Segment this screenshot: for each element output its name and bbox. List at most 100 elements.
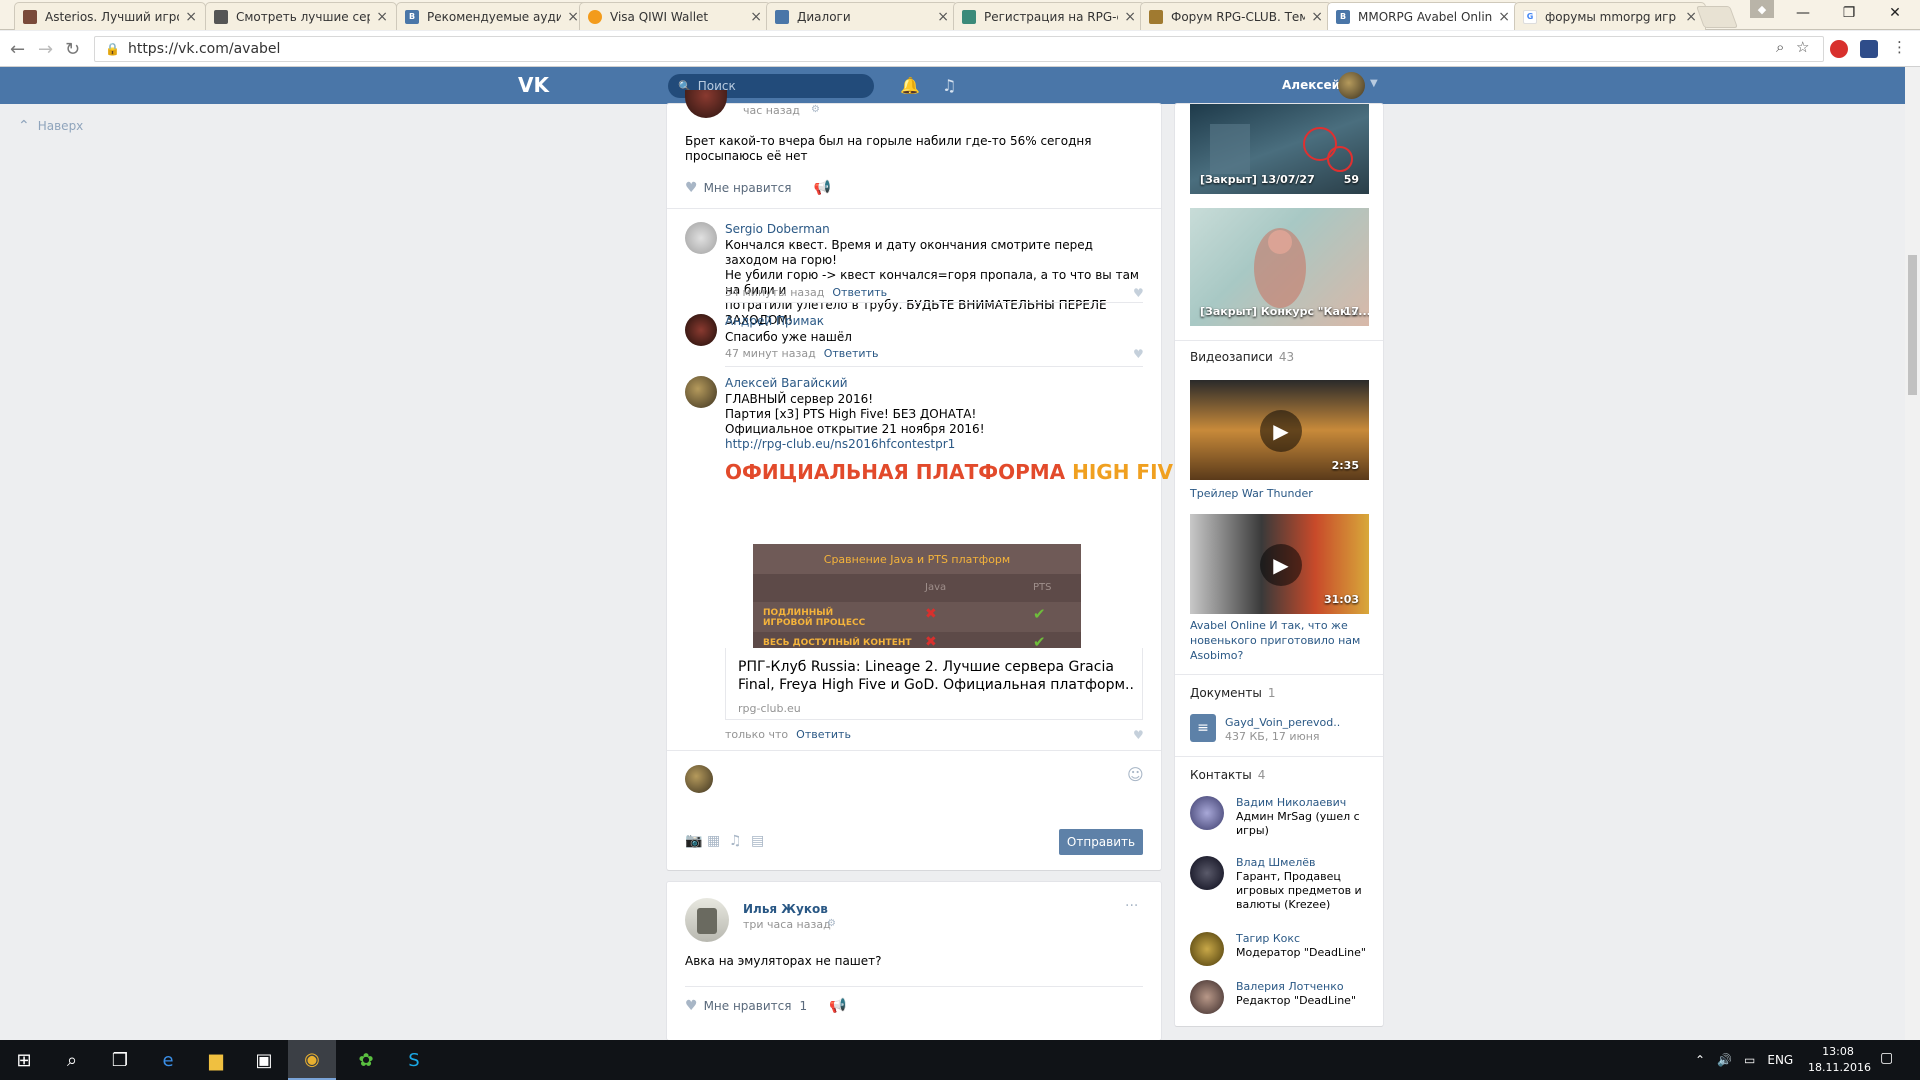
page-scrollbar[interactable] [1905, 67, 1920, 1040]
forward-icon[interactable]: → [38, 39, 53, 60]
link-preview-card[interactable]: РПГ-Клуб Russia: Lineage 2. Лучшие серве… [725, 648, 1143, 720]
browser-tab[interactable]: G форумы mmorpg игр а × [1514, 2, 1706, 30]
network-icon[interactable]: ▭ [1744, 1053, 1755, 1067]
avatar[interactable] [1190, 932, 1224, 966]
like-button[interactable]: Мне нравится [704, 999, 792, 1013]
document-name[interactable]: Gayd_Voin_perevod.. [1225, 716, 1340, 729]
megaphone-icon[interactable]: 📢 [813, 180, 830, 196]
comment-author[interactable]: Андрей Примак [725, 314, 824, 328]
comment-link[interactable]: http://rpg-club.eu/ns2016hfcontestpr1 [725, 437, 1145, 452]
reply-link[interactable]: Ответить [796, 728, 851, 741]
music-icon[interactable]: ♫ [729, 833, 742, 849]
avatar[interactable] [1338, 72, 1365, 99]
browser-tab[interactable]: Visa QIWI Wallet × [579, 2, 771, 30]
browser-tab[interactable]: Форум RPG-CLUB. Тема × [1140, 2, 1332, 30]
skype-icon[interactable]: S [390, 1040, 438, 1080]
post-time[interactable]: три часа назад [743, 918, 831, 931]
smiley-icon[interactable]: ☺ [1127, 765, 1144, 784]
reply-link[interactable]: Ответить [824, 347, 879, 360]
document-icon[interactable]: ▤ [751, 833, 764, 849]
documents-header[interactable]: Документы 1 [1190, 686, 1275, 700]
send-button[interactable]: Отправить [1059, 829, 1143, 855]
windows-start-icon[interactable]: ⊞ [0, 1040, 48, 1080]
browser-tab[interactable]: Смотреть лучшие сериа × [205, 2, 397, 30]
close-icon[interactable]: × [185, 9, 197, 25]
avatar[interactable] [685, 222, 717, 254]
more-icon[interactable]: ··· [1125, 898, 1138, 914]
comment-time[interactable]: 54 минуты назад [725, 286, 824, 299]
contact-item[interactable]: Влад Шмелёв Гарант, Продавец игровых пре… [1190, 856, 1370, 916]
avatar[interactable] [685, 314, 717, 346]
comment-input[interactable] [725, 761, 1115, 797]
contact-name[interactable]: Вадим Николаевич [1236, 796, 1346, 809]
edge-icon[interactable]: e [144, 1040, 192, 1080]
heart-icon[interactable]: ♥ [685, 180, 698, 196]
album-thumbnail[interactable]: [Закрыт] Конкурс "Как я... 17 [1190, 208, 1369, 326]
vk-logo[interactable]: VK [518, 73, 550, 97]
videos-header[interactable]: Видеозаписи 43 [1190, 350, 1294, 364]
comment-time[interactable]: только что [725, 728, 788, 741]
banner-image-text[interactable]: ОФИЦИАЛЬНАЯ ПЛАТФОРМА HIGH FIVE [725, 460, 1187, 484]
close-window-button[interactable]: ✕ [1872, 0, 1918, 26]
comment-author[interactable]: Алексей Вагайский [725, 376, 848, 390]
browser-tab-active[interactable]: B MMORPG Avabel Online × [1327, 2, 1519, 30]
avatar[interactable] [685, 90, 727, 118]
close-icon[interactable]: × [1498, 9, 1510, 25]
close-icon[interactable]: × [1124, 9, 1136, 25]
heart-icon[interactable]: ♥ [1133, 347, 1144, 361]
avatar[interactable] [1190, 980, 1224, 1014]
post-time[interactable]: час назад [743, 104, 800, 117]
task-view-icon[interactable]: ❐ [96, 1040, 144, 1080]
contact-name[interactable]: Валерия Лотченко [1236, 980, 1344, 993]
comment-author[interactable]: Sergio Doberman [725, 222, 830, 236]
url-field[interactable]: 🔒 https://vk.com/avabel [94, 36, 1824, 62]
browser-tab[interactable]: B Рекомендуемые аудио × [396, 2, 588, 30]
clock[interactable]: 13:08 18.11.2016 [1808, 1044, 1871, 1076]
reload-icon[interactable]: ↻ [65, 39, 80, 60]
close-icon[interactable]: × [750, 9, 762, 25]
heart-icon[interactable]: ♥ [1133, 286, 1144, 300]
heart-icon[interactable]: ♥ [685, 998, 698, 1014]
zoom-icon[interactable]: ⌕ [1776, 38, 1784, 56]
contact-item[interactable]: Валерия Лотченко Редактор "DeadLine" [1190, 980, 1370, 1016]
music-icon[interactable]: ♫ [942, 76, 956, 95]
video-thumbnail[interactable]: ▶ 31:03 [1190, 514, 1369, 614]
avatar[interactable] [685, 376, 717, 408]
post-author[interactable]: Илья Жуков [743, 902, 828, 916]
new-tab-button[interactable] [1695, 6, 1739, 28]
extension-icon[interactable] [1860, 40, 1878, 58]
contact-name[interactable]: Влад Шмелёв [1236, 856, 1316, 869]
video-thumbnail[interactable]: ▶ 2:35 [1190, 380, 1369, 480]
store-icon[interactable]: ▣ [240, 1040, 288, 1080]
browser-tab[interactable]: Диалоги × [766, 2, 958, 30]
chevron-down-icon[interactable]: ▼ [1370, 78, 1378, 89]
contacts-header[interactable]: Контакты 4 [1190, 768, 1265, 782]
bell-icon[interactable]: 🔔 [900, 76, 920, 95]
close-icon[interactable]: × [1311, 9, 1323, 25]
avatar[interactable] [1190, 796, 1224, 830]
chrome-icon[interactable]: ◉ [288, 1040, 336, 1080]
contact-name[interactable]: Тагир Кокс [1236, 932, 1300, 945]
close-icon[interactable]: × [567, 9, 579, 25]
scrollbar-thumb[interactable] [1908, 255, 1917, 395]
opera-extension-icon[interactable] [1830, 40, 1848, 58]
heart-icon[interactable]: ♥ [1133, 728, 1144, 742]
browser-tab[interactable]: Регистрация на RPG-club × [953, 2, 1145, 30]
video-title[interactable]: Avabel Online И так, что же новенького п… [1190, 618, 1370, 663]
file-explorer-icon[interactable]: ▆ [192, 1040, 240, 1080]
bookmark-star-icon[interactable]: ☆ [1796, 38, 1809, 56]
video-title[interactable]: Трейлер War Thunder [1190, 486, 1370, 501]
restore-button[interactable]: ❐ [1826, 0, 1872, 26]
camera-icon[interactable]: 📷 [685, 833, 702, 849]
chevron-up-icon[interactable]: ⌃ [1695, 1053, 1705, 1067]
contact-item[interactable]: Тагир Кокс Модератор "DeadLine" [1190, 932, 1370, 968]
album-thumbnail[interactable]: [Закрыт] 13/07/27 59 [1190, 104, 1369, 194]
volume-icon[interactable]: 🔊 [1717, 1053, 1732, 1067]
contact-item[interactable]: Вадим Николаевич Админ MrSag (ушел с игр… [1190, 796, 1370, 846]
avatar[interactable] [1190, 856, 1224, 890]
close-icon[interactable]: × [937, 9, 949, 25]
browser-tab[interactable]: Asterios. Лучший игрово × [14, 2, 206, 30]
document-icon[interactable]: ≡ [1190, 714, 1216, 742]
language-indicator[interactable]: ENG [1767, 1053, 1793, 1067]
film-icon[interactable]: ▦ [707, 833, 720, 849]
